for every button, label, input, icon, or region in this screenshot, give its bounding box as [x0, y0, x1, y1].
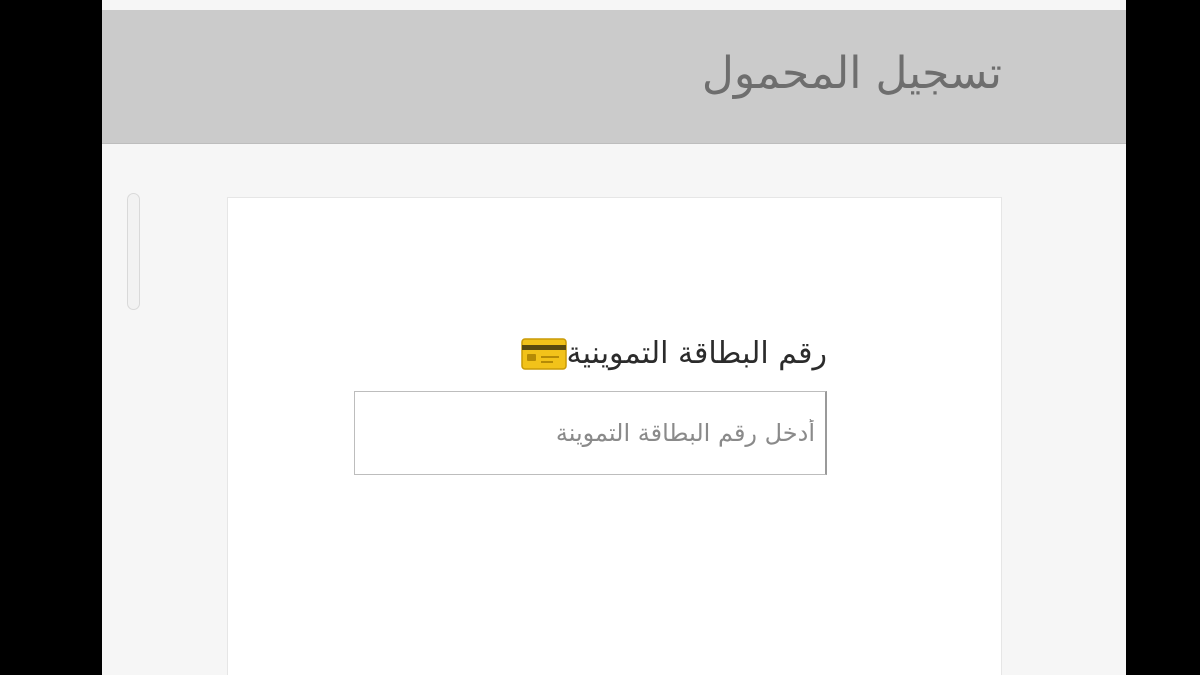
ration-card-label: رقم البطاقة التموينية — [566, 336, 827, 371]
ration-card-input[interactable] — [354, 391, 827, 475]
credit-card-icon — [520, 338, 567, 370]
form-card: رقم البطاقة التموينية — [227, 197, 1002, 675]
page-title: تسجيل المحمول — [701, 48, 1002, 99]
ration-card-label-row: رقم البطاقة التموينية — [505, 334, 827, 374]
top-strip — [102, 0, 1126, 10]
app-header: تسجيل المحمول — [102, 10, 1126, 144]
scroll-handle[interactable] — [127, 193, 140, 310]
app-viewport: تسجيل المحمول رقم البطاقة التموينية — [102, 0, 1126, 675]
